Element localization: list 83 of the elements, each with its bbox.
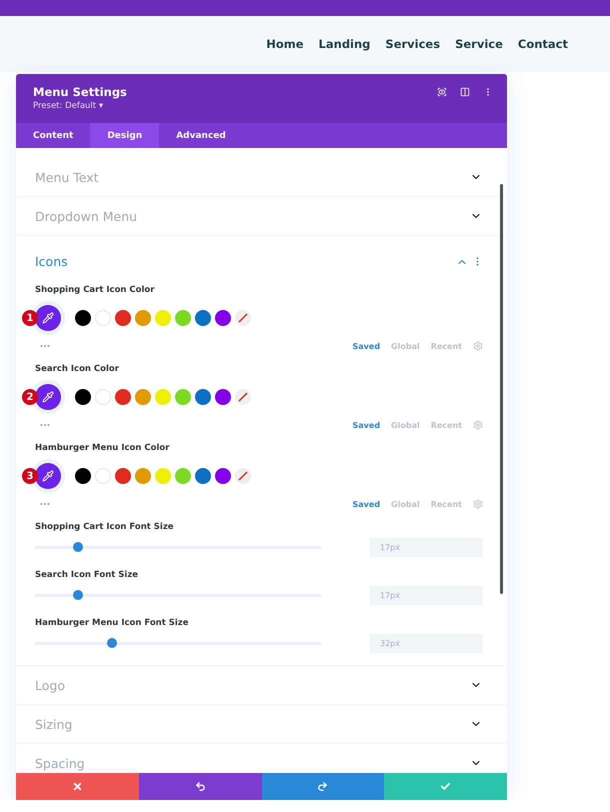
- panel-title: Menu Settings: [33, 85, 127, 99]
- setting-label: Shopping Cart Icon Color: [35, 285, 156, 295]
- tab[interactable]: Design: [90, 123, 160, 148]
- focus-icon[interactable]: [437, 87, 447, 97]
- palette-tab[interactable]: Global: [391, 342, 420, 350]
- section-title: Logo: [35, 678, 65, 692]
- color-swatch[interactable]: [155, 468, 171, 484]
- color-swatch[interactable]: [195, 468, 211, 484]
- eyedropper-icon: [42, 470, 54, 482]
- section-header[interactable]: Sizing: [16, 705, 507, 744]
- color-swatch[interactable]: [95, 389, 111, 405]
- color-swatch[interactable]: [135, 389, 151, 405]
- nav-link[interactable]: Contact: [518, 37, 568, 51]
- color-swatch[interactable]: [135, 468, 151, 484]
- color-swatch[interactable]: [195, 389, 211, 405]
- slider-thumb[interactable]: [72, 542, 83, 552]
- no-color-icon[interactable]: [235, 389, 251, 405]
- slider-thumb[interactable]: [107, 638, 118, 648]
- setting-label: Search Icon Color: [35, 364, 120, 374]
- color-swatch[interactable]: [95, 468, 111, 484]
- value-field[interactable]: 17px: [370, 538, 483, 557]
- color-swatch[interactable]: [215, 310, 231, 326]
- color-swatch[interactable]: [115, 389, 131, 405]
- palette-tab[interactable]: Saved: [352, 500, 380, 508]
- color-swatch[interactable]: [155, 389, 171, 405]
- no-color-icon[interactable]: [235, 468, 251, 484]
- sidebar-icon[interactable]: [460, 87, 470, 97]
- scrollbar[interactable]: [500, 184, 503, 594]
- redo-icon: [317, 781, 328, 792]
- palette-tab[interactable]: Recent: [430, 420, 462, 430]
- section-title: Spacing: [35, 756, 85, 770]
- nav-link[interactable]: Landing: [318, 37, 370, 51]
- color-swatch[interactable]: [215, 468, 231, 484]
- eyedropper-icon: [42, 391, 54, 403]
- nav-link[interactable]: Home: [266, 37, 304, 51]
- slider-thumb[interactable]: [72, 590, 83, 600]
- eyedropper-icon: [42, 312, 54, 324]
- color-swatch[interactable]: [175, 389, 191, 405]
- value-field[interactable]: 17px: [370, 586, 483, 605]
- section-title: Dropdown Menu: [35, 208, 138, 224]
- tab[interactable]: Content: [16, 123, 90, 148]
- setting-label: Shopping Cart Icon Font Size: [35, 522, 175, 532]
- palette-tab[interactable]: Global: [391, 420, 420, 430]
- palette-tab[interactable]: Global: [391, 500, 420, 508]
- step-badge: 2: [22, 389, 38, 405]
- section-title: Icons: [35, 254, 68, 269]
- close-icon: [72, 781, 83, 792]
- color-swatch[interactable]: [95, 310, 111, 326]
- setting-label: Hamburger Menu Icon Color: [35, 443, 170, 453]
- color-swatch[interactable]: [195, 310, 211, 326]
- color-swatch[interactable]: [115, 310, 131, 326]
- section-title: Sizing: [35, 716, 72, 732]
- color-swatch[interactable]: [75, 389, 91, 405]
- color-swatch[interactable]: [215, 389, 231, 405]
- color-picker-button[interactable]: [35, 305, 61, 331]
- preset-dropdown[interactable]: Preset: Default ▾: [33, 101, 127, 111]
- palette-tab[interactable]: Recent: [430, 342, 462, 350]
- palette-tab[interactable]: Saved: [352, 342, 380, 350]
- no-color-icon[interactable]: [235, 310, 251, 326]
- color-picker-button[interactable]: [35, 384, 61, 410]
- undo-icon: [194, 781, 206, 792]
- step-badge: 1: [22, 310, 38, 326]
- value-field[interactable]: 32px: [370, 634, 483, 653]
- setting-label: Search Icon Font Size: [35, 570, 140, 580]
- color-picker-button[interactable]: [35, 463, 61, 489]
- tab[interactable]: Advanced: [159, 123, 243, 148]
- color-swatch[interactable]: [155, 310, 171, 326]
- color-swatch[interactable]: [175, 310, 191, 326]
- color-swatch[interactable]: [75, 310, 91, 326]
- palette-tab[interactable]: Saved: [352, 420, 380, 430]
- palette-tab[interactable]: Recent: [430, 500, 462, 508]
- section-title: Menu Text: [35, 170, 99, 184]
- step-badge: 3: [22, 468, 38, 484]
- color-swatch[interactable]: [75, 468, 91, 484]
- section-header[interactable]: Menu Text: [16, 158, 507, 197]
- color-swatch[interactable]: [175, 468, 191, 484]
- setting-label: Hamburger Menu Icon Font Size: [35, 618, 190, 628]
- color-swatch[interactable]: [135, 310, 151, 326]
- nav-link[interactable]: Services: [385, 37, 440, 51]
- check-icon: [440, 781, 452, 792]
- nav-link[interactable]: Service: [455, 37, 503, 51]
- section-header[interactable]: Logo: [16, 666, 507, 705]
- color-swatch[interactable]: [115, 468, 131, 484]
